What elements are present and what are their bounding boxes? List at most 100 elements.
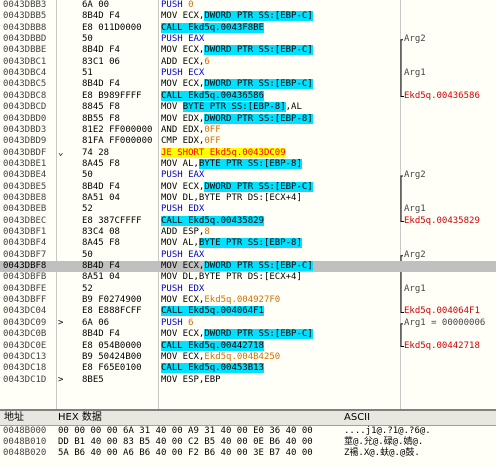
instruction-comment: Ekd5q.00436586 [404,90,480,101]
hex-row[interactable]: 0048B010 DD B1 40 00 83 B5 40 00 C2 B5 40… [0,437,496,448]
disasm-row[interactable]: 0043DBB5 8B4D F4 MOV ECX,DWORD PTR SS:[EBP… [0,11,496,22]
hex-address: 0048B000 [3,426,47,436]
disasm-row[interactable]: 0043DC09 >6A 06 PUSH 6 Arg1 = 00000006 [0,318,496,329]
opcode-bytes: 52 [82,204,93,215]
instruction-token: MOV ECX, [161,261,205,272]
disasm-row[interactable]: 0043DC18 E8 F65E0100 CALL Ekd5q.00453B13 [0,363,496,374]
opcode-bytes: B9 50424B00 [82,351,142,362]
disasm-row[interactable]: 0043DBBE 8B4D F4 MOV ECX,DWORD PTR SS:[EBP… [0,45,496,56]
instruction-comment: Arg1 = 00000006 [404,317,486,328]
disasm-row[interactable]: 0043DBF8 8B4D F4 MOV ECX,DWORD PTR SS:[EBP… [0,261,496,273]
disasm-row[interactable]: 0043DBF4 8A45 F8 MOV AL,BYTE PTR SS:[EBP-8… [0,238,496,249]
instruction-text: CALL Ekd5q.00436586 [161,90,399,102]
disasm-row[interactable]: 0043DBC5 8B4D F4 MOV ECX,DWORD PTR SS:[EBP… [0,79,496,90]
opcode-bytes: 8B4D F4 [82,45,120,56]
hex-row[interactable]: 0048B000 00 00 00 00 6A 31 40 00 A9 31 40… [0,426,496,437]
disasm-row[interactable]: 0043DBE1 8A45 F8 MOV AL,BYTE PTR SS:[EBP-8… [0,158,496,170]
hex-bytes: 5A B6 40 00 A6 B6 40 00 F2 B6 40 00 3E B… [58,448,313,458]
disasm-row[interactable]: 0043DBE4 50 PUSH EAX Arg2 [0,170,496,181]
instruction-token: CALL Ekd5q.00442718 [161,340,264,351]
disasm-row[interactable]: 0043DBEB 52 PUSH EDX Arg1 [0,204,496,215]
instruction-token: DWORD PTR SS:[EBP-C] [204,329,313,340]
opcode-bytes: E8 011D0000 [82,22,142,33]
instruction-token: CMP EDX, [161,136,205,147]
instruction-address: 0043DBC1 [3,56,47,67]
disasm-row[interactable]: 0043DBE5 8B4D F4 MOV ECX,DWORD PTR SS:[EBP… [0,181,496,193]
hex-ascii: ....j1@.?1@.?6@. [344,426,431,436]
opcode-bytes: 50 [82,249,93,260]
disasm-row[interactable]: 0043DBC4 51 PUSH ECX Arg1 [0,68,496,79]
instruction-text: PUSH 6 [161,318,399,329]
hex-dump-pane[interactable]: 地址 HEX 数据 ASCII 0048B000 00 00 00 00 6A 3… [0,409,496,467]
instruction-address: 0043DBDF [3,147,47,158]
instruction-token: MOV ECX, [161,351,205,362]
header-address[interactable]: 地址 [4,411,24,425]
instruction-address: 0043DBBE [3,45,47,56]
instruction-text: MOV EDX,DWORD PTR SS:[EBP-8] [161,113,399,125]
instruction-address: 0043DBC4 [3,68,47,79]
disasm-row[interactable]: 0043DC0B 8B4D F4 MOV ECX,DWORD PTR SS:[EBP… [0,329,496,340]
disasm-row[interactable]: 0043DBC1 83C1 06 ADD ECX,6 [0,57,496,68]
instruction-token: CALL Ekd5q.004064F1 [161,306,264,317]
instruction-token: 6 [204,56,210,67]
instruction-text: MOV ECX,DWORD PTR SS:[EBP-C] [161,79,399,90]
instruction-text: PUSH ECX [161,68,399,79]
instruction-token: BYTE PTR SS:[EBP-8] [198,238,302,249]
opcode-bytes: 6A 06 [82,317,110,328]
disasm-row[interactable]: 0043DBB8 E8 011D0000 CALL Ekd5q.0043F8BE [0,22,496,34]
instruction-address: 0043DC09 [3,317,47,328]
disasm-row[interactable]: 0043DBB3 6A 00 PUSH 0 [0,0,496,11]
disasm-row[interactable]: 0043DBF7 50 PUSH EAX Arg2 [0,250,496,261]
disasm-row[interactable]: 0043DBFB 8A51 04 MOV DL,BYTE PTR DS:[ECX+4… [0,272,496,283]
instruction-address: 0043DBBD [3,34,47,45]
instruction-text: ADD ESP,8 [161,227,399,238]
header-ascii[interactable]: ASCII [344,411,370,425]
disasm-row[interactable]: 0043DC0E E8 054B0000 CALL Ekd5q.00442718 Ek… [0,340,496,352]
instruction-token: MOV ECX, [161,181,205,192]
hex-address: 0048B010 [3,437,47,447]
disasm-row[interactable]: 0043DBFE 52 PUSH EDX Arg1 [0,284,496,295]
instruction-address: 0043DBF4 [3,238,47,249]
disasm-row[interactable]: 0043DBF1 83C4 08 ADD ESP,8 [0,227,496,238]
opcode-bytes: 83C4 08 [82,227,120,237]
instruction-token: Ekd5q.004B4250 [204,351,281,362]
hex-bytes: 00 00 00 00 6A 31 40 00 A9 31 40 00 E0 3… [58,426,313,436]
instruction-token: 0FF [204,124,221,135]
instruction-comment: Arg2 [404,170,426,181]
instruction-address: 0043DBE4 [3,170,47,181]
instruction-token: PUSH EAX [161,249,205,260]
instruction-comment: Arg1 [404,283,426,294]
disasm-row[interactable]: 0043DBD0 8B55 F8 MOV EDX,DWORD PTR SS:[EBP… [0,113,496,125]
disasm-row[interactable]: 0043DC13 B9 50424B00 MOV ECX,Ekd5q.004B425… [0,352,496,363]
header-hex-data[interactable]: HEX 数据 [58,411,102,425]
opcode-bytes: 8B4D F4 [82,261,120,272]
instruction-token: ADD ECX, [161,56,205,67]
disasm-row[interactable]: 0043DBE8 8A51 04 MOV DL,BYTE PTR DS:[ECX+4… [0,193,496,204]
hex-row[interactable]: 0048B020 5A B6 40 00 A6 B6 40 00 F2 B6 40… [0,448,496,459]
disasm-row[interactable]: 0043DBC8 E8 B989FFFF CALL Ekd5q.00436586 Ek… [0,90,496,102]
disasm-row[interactable]: 0043DBCD 8845 F8 MOV BYTE PTR SS:[EBP-8],A… [0,102,496,113]
disasm-row[interactable]: 0043DC1D >8BE5 MOV ESP,EBP [0,375,496,386]
instruction-address: 0043DBCD [3,102,47,113]
instruction-token: 0FF [204,136,221,147]
instruction-token: 6 [188,317,194,328]
disassembly-pane[interactable]: 0043DBB3 6A 00 PUSH 0 0043DBB5 8B4D F4 MOV EC… [0,0,496,409]
instruction-address: 0043DBFE [3,283,47,294]
opcode-bytes: 8BE5 [82,374,104,385]
disasm-row[interactable]: 0043DC04 E8 E888FCFF CALL Ekd5q.004064F1 Ek… [0,306,496,317]
instruction-token: MOV [161,102,183,113]
instruction-token: CALL Ekd5q.0043F8BE [161,22,264,33]
instruction-token: MOV ESP,EBP [161,374,221,385]
instruction-text: CALL Ekd5q.004064F1 [161,306,399,317]
instruction-address: 0043DC1D [3,374,47,385]
disasm-row[interactable]: 0043DBD3 81E2 FF000000 AND EDX,0FF [0,125,496,136]
instruction-text: MOV BYTE PTR SS:[EBP-8],AL [161,102,399,113]
disasm-row[interactable]: 0043DBFF B9 F0274900 MOV ECX,Ekd5q.004927F… [0,295,496,306]
disasm-row[interactable]: 0043DBD9 81FA FF000000 CMP EDX,0FF [0,136,496,147]
instruction-address: 0043DBE5 [3,181,47,192]
instruction-text: MOV ECX,Ekd5q.004927F0 [161,295,399,306]
disasm-row[interactable]: 0043DBBD 50 PUSH EAX Arg2 [0,34,496,45]
disasm-row[interactable]: 0043DBEC E8 387CFFFF CALL Ekd5q.00435829 Ek… [0,215,496,227]
instruction-comment: Ekd5q.004064F1 [404,306,480,317]
disasm-row[interactable]: 0043DBDF ⌄ 74 28 JE SHORT Ekd5q.0043DC09 [0,147,496,159]
